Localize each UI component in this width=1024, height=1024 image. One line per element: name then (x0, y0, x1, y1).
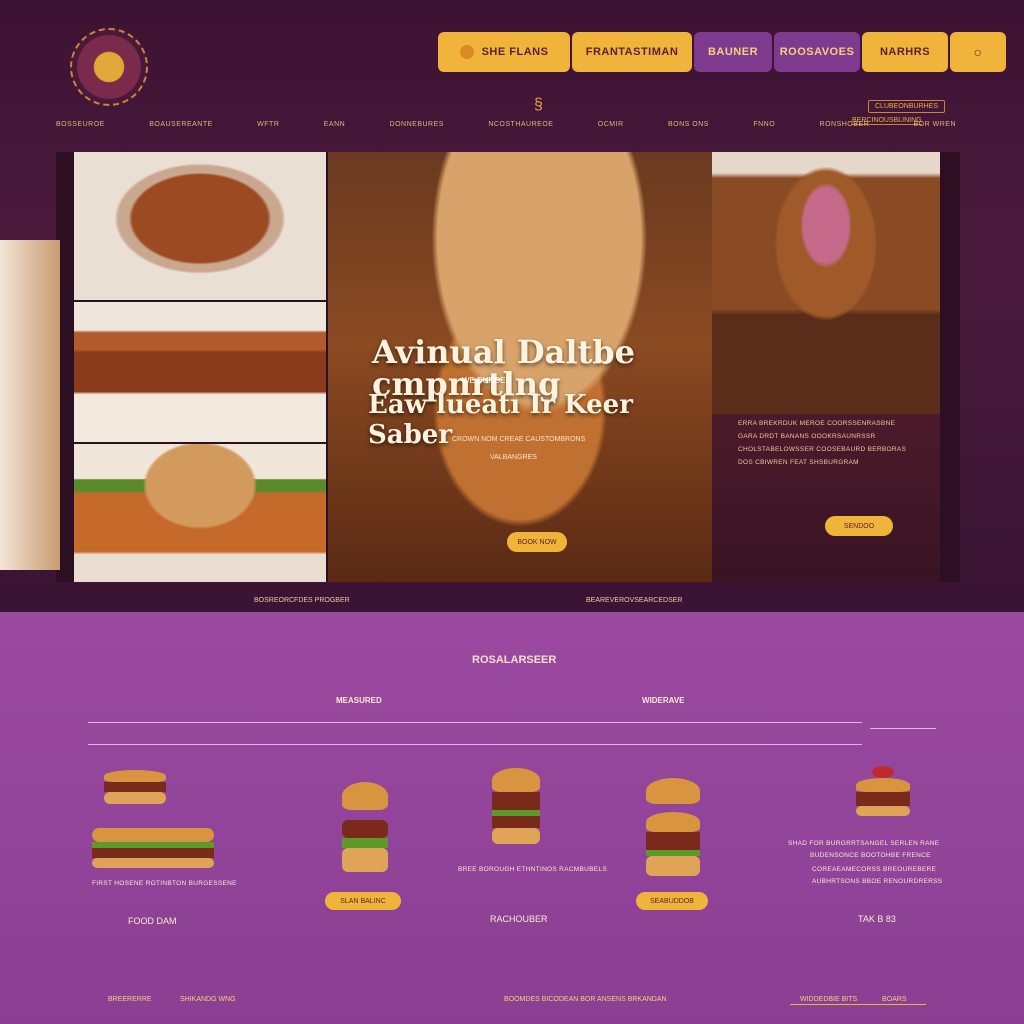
slider-icon[interactable] (856, 766, 910, 818)
divider (870, 728, 936, 729)
item-caption: BREE BOROUGH ETHNTINOS RACMBUBELS (458, 866, 607, 873)
hero-cta-button[interactable]: BOOK NOW (507, 532, 567, 552)
info-line: DOS CBIWREN FEAT SHSBURGRAM (738, 459, 859, 466)
nav-label: NARHRS (879, 46, 931, 58)
roll-image (74, 302, 326, 442)
footer-link[interactable]: SHIKANDG WNG (180, 996, 236, 1003)
circle-icon (459, 45, 474, 59)
info-line: GARA DRDT BANANS OOOKRSAUNRSSR (738, 433, 876, 440)
info-line: CHOLSTABELOWSSER COOSEBAURD BERBORAS (738, 446, 907, 453)
subnav-item[interactable]: BOR WREN (914, 121, 957, 128)
burger-icon[interactable] (646, 778, 700, 878)
divider (88, 744, 862, 745)
strip-text-right: BEAREVEROVSEARCEDSER (586, 597, 683, 604)
right-burger-image (712, 152, 940, 414)
footer-text: BOOMDES BICODEAN BOR ANSENS BRKANDAN (504, 996, 667, 1003)
footer-link[interactable]: BOARS (882, 996, 907, 1003)
info-send-button[interactable]: SENDOO (825, 516, 893, 536)
info-line: BUDENSONCE BOOTOHBE FRENCE (810, 852, 931, 859)
bowl-image (74, 152, 326, 300)
subnav-item[interactable]: DONNEBURES (390, 121, 444, 128)
section-title: ROSALARSEER (472, 654, 557, 666)
sandwich-icon[interactable] (104, 770, 166, 810)
subnav-item[interactable]: EANN (324, 121, 345, 128)
nav-label: FRANTASTIMAN (585, 46, 679, 58)
subnav-item[interactable]: BONS ONS (668, 121, 709, 128)
nav-label: ROOSAVOES (779, 46, 855, 58)
info-line: COREAEAMECORSS BREOUREBERE (812, 866, 937, 873)
burger-icon[interactable] (492, 768, 540, 846)
nav-label: SHE FLANS (481, 46, 549, 58)
strip-text-left: BOSREORCFDES PROGBER (254, 597, 350, 604)
hero-caption: VALBANGRES (490, 454, 537, 461)
footer-link[interactable]: BREERERRE (108, 996, 152, 1003)
sub-navigation: BOSSEUROE BOAUSEREANTE WFTR EANN DONNEBU… (56, 112, 956, 136)
top-navigation: SHE FLANS FRANTASTIMAN BAUNER ROOSAVOES … (438, 32, 1006, 72)
item-price: RACHOUBER (490, 914, 548, 924)
column-heading: WIDERAVE (642, 696, 685, 705)
subnav-item[interactable]: RONSHOBER (820, 121, 870, 128)
logo-emblem-icon[interactable] (70, 28, 148, 106)
info-line: ERRA BREKRDUK MEROE COORSSENRASBNE (738, 420, 896, 427)
nav-button-2[interactable]: FRANTASTIMAN (572, 32, 692, 72)
divider (88, 722, 862, 723)
subnav-item[interactable]: BOAUSEREANTE (149, 121, 213, 128)
wrap-icon[interactable] (92, 828, 214, 868)
hero-kicker: WE BURGER (462, 376, 512, 385)
item-caption: FIRST HOSENE ROTINBTON BURGESSENE (92, 880, 237, 887)
nav-label: BAUNER (707, 46, 759, 58)
subnav-item[interactable]: NCOSTHAUREOE (488, 121, 553, 128)
nav-button-4[interactable]: ROOSAVOES (774, 32, 860, 72)
subnav-item[interactable]: WFTR (257, 121, 279, 128)
item-price: FOOD DAM (128, 916, 177, 926)
info-line: SHAD FOR BURGRRTSANGEL SERLEN RANE (788, 840, 940, 847)
hero-tagline: CROWN NOM CREAE CAUSTOMBRONS (452, 436, 586, 443)
order-button[interactable]: SLAN BALINC (325, 892, 401, 910)
item-price: TAK B 83 (858, 914, 896, 924)
footer-divider (790, 1004, 926, 1005)
search-button[interactable]: ○ (950, 32, 1006, 72)
nav-button-1[interactable]: SHE FLANS (438, 32, 570, 72)
nav-button-5[interactable]: NARHRS (862, 32, 948, 72)
order-button[interactable]: SEABUDDOB (636, 892, 708, 910)
subnav-item[interactable]: BOSSEUROE (56, 121, 105, 128)
info-line: AUBHRTSONS BBOE RENOURDRERSS (812, 878, 943, 885)
burger-icon[interactable] (342, 782, 388, 880)
side-image (0, 240, 60, 570)
column-heading: MEASURED (336, 696, 382, 705)
sandwich-image (74, 444, 326, 582)
nav-button-3[interactable]: BAUNER (694, 32, 772, 72)
search-icon: ○ (973, 44, 983, 60)
subnav-item[interactable]: FNNO (753, 121, 775, 128)
footer-link[interactable]: WIDDEDBIE BITS (800, 996, 857, 1003)
subnav-item[interactable]: OCMIR (598, 121, 624, 128)
